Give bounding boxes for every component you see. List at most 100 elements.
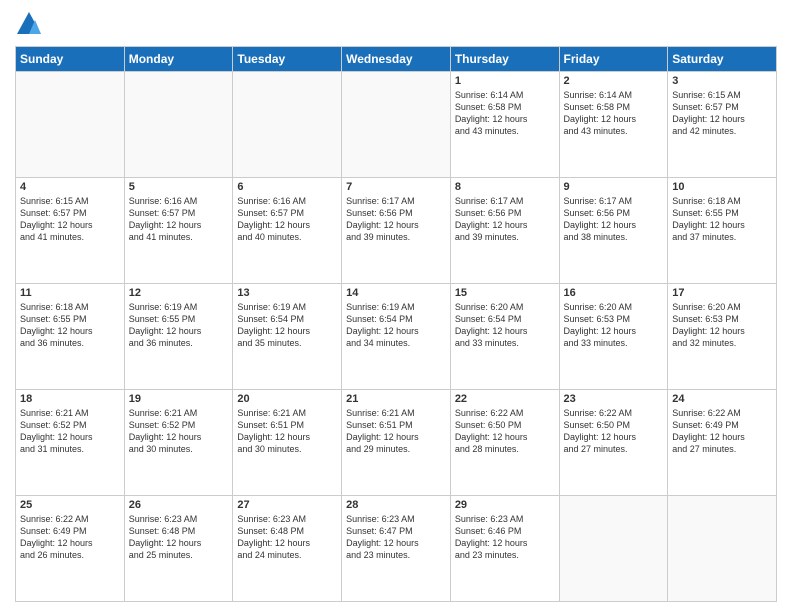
calendar-week-row: 18 Sunrise: 6:21 AM Sunset: 6:52 PM Dayli… [16,390,777,496]
day-info: Sunrise: 6:22 AM Sunset: 6:49 PM Dayligh… [672,407,772,456]
day-number: 20 [237,393,337,405]
day-number: 6 [237,181,337,193]
day-number: 17 [672,287,772,299]
day-info: Sunrise: 6:17 AM Sunset: 6:56 PM Dayligh… [564,195,664,244]
day-number: 7 [346,181,446,193]
day-number: 21 [346,393,446,405]
day-number: 18 [20,393,120,405]
day-info: Sunrise: 6:17 AM Sunset: 6:56 PM Dayligh… [455,195,555,244]
day-number: 1 [455,75,555,87]
calendar-cell: 4Sunrise: 6:15 AM Sunset: 6:57 PM Daylig… [16,178,125,284]
day-info: Sunrise: 6:18 AM Sunset: 6:55 PM Dayligh… [20,301,120,350]
day-info: Sunrise: 6:23 AM Sunset: 6:48 PM Dayligh… [237,513,337,562]
day-info: Sunrise: 6:21 AM Sunset: 6:52 PM Dayligh… [20,407,120,456]
calendar-cell: 13 Sunrise: 6:19 AM Sunset: 6:54 PM Dayli… [233,284,342,390]
calendar-cell [342,72,451,178]
calendar-table: SundayMondayTuesdayWednesdayThursdayFrid… [15,46,777,602]
calendar-week-row: 4Sunrise: 6:15 AM Sunset: 6:57 PM Daylig… [16,178,777,284]
day-info: Sunrise: 6:16 AM Sunset: 6:57 PM Dayligh… [129,195,229,244]
day-number: 15 [455,287,555,299]
day-info: Sunrise: 6:19 AM Sunset: 6:54 PM Dayligh… [237,301,337,350]
day-number: 2 [564,75,664,87]
calendar-week-row: 11 Sunrise: 6:18 AM Sunset: 6:55 PM Dayli… [16,284,777,390]
day-info: Sunrise: 6:21 AM Sunset: 6:52 PM Dayligh… [129,407,229,456]
day-number: 14 [346,287,446,299]
calendar-cell: 21 Sunrise: 6:21 AM Sunset: 6:51 PM Dayli… [342,390,451,496]
calendar-cell [16,72,125,178]
day-of-week-header: Tuesday [233,47,342,72]
day-info: Sunrise: 6:14 AM Sunset: 6:58 PM Dayligh… [564,89,664,138]
day-of-week-header: Thursday [450,47,559,72]
day-info: Sunrise: 6:23 AM Sunset: 6:48 PM Dayligh… [129,513,229,562]
calendar-body: 1 Sunrise: 6:14 AM Sunset: 6:58 PM Daylig… [16,72,777,602]
calendar-cell: 20 Sunrise: 6:21 AM Sunset: 6:51 PM Dayli… [233,390,342,496]
calendar-cell [124,72,233,178]
day-number: 4 [20,181,120,193]
logo [15,10,47,38]
day-number: 23 [564,393,664,405]
calendar-cell: 14Sunrise: 6:19 AM Sunset: 6:54 PM Dayli… [342,284,451,390]
day-number: 26 [129,499,229,511]
calendar-cell: 3 Sunrise: 6:15 AM Sunset: 6:57 PM Daylig… [668,72,777,178]
calendar-cell: 15 Sunrise: 6:20 AM Sunset: 6:54 PM Dayli… [450,284,559,390]
day-of-week-header: Saturday [668,47,777,72]
calendar-cell: 26 Sunrise: 6:23 AM Sunset: 6:48 PM Dayli… [124,496,233,602]
day-info: Sunrise: 6:16 AM Sunset: 6:57 PM Dayligh… [237,195,337,244]
day-number: 25 [20,499,120,511]
calendar-cell: 16 Sunrise: 6:20 AM Sunset: 6:53 PM Dayli… [559,284,668,390]
calendar-cell: 19Sunrise: 6:21 AM Sunset: 6:52 PM Dayli… [124,390,233,496]
calendar-cell: 7 Sunrise: 6:17 AM Sunset: 6:56 PM Daylig… [342,178,451,284]
day-number: 13 [237,287,337,299]
calendar-cell: 27 Sunrise: 6:23 AM Sunset: 6:48 PM Dayli… [233,496,342,602]
calendar-cell [668,496,777,602]
day-number: 3 [672,75,772,87]
day-number: 16 [564,287,664,299]
day-info: Sunrise: 6:15 AM Sunset: 6:57 PM Dayligh… [672,89,772,138]
calendar-cell: 6 Sunrise: 6:16 AM Sunset: 6:57 PM Daylig… [233,178,342,284]
calendar-cell [559,496,668,602]
day-number: 12 [129,287,229,299]
day-info: Sunrise: 6:22 AM Sunset: 6:49 PM Dayligh… [20,513,120,562]
day-of-week-header: Monday [124,47,233,72]
day-info: Sunrise: 6:22 AM Sunset: 6:50 PM Dayligh… [455,407,555,456]
calendar-cell [233,72,342,178]
calendar-cell: 18 Sunrise: 6:21 AM Sunset: 6:52 PM Dayli… [16,390,125,496]
header [15,10,777,38]
day-info: Sunrise: 6:17 AM Sunset: 6:56 PM Dayligh… [346,195,446,244]
logo-icon [15,10,43,38]
calendar-week-row: 1 Sunrise: 6:14 AM Sunset: 6:58 PM Daylig… [16,72,777,178]
day-number: 10 [672,181,772,193]
calendar-cell: 11 Sunrise: 6:18 AM Sunset: 6:55 PM Dayli… [16,284,125,390]
day-info: Sunrise: 6:14 AM Sunset: 6:58 PM Dayligh… [455,89,555,138]
calendar-header-row: SundayMondayTuesdayWednesdayThursdayFrid… [16,47,777,72]
day-number: 8 [455,181,555,193]
calendar-cell: 28 Sunrise: 6:23 AM Sunset: 6:47 PM Dayli… [342,496,451,602]
day-of-week-header: Sunday [16,47,125,72]
calendar-cell: 29Sunrise: 6:23 AM Sunset: 6:46 PM Dayli… [450,496,559,602]
day-of-week-header: Wednesday [342,47,451,72]
calendar-cell: 12 Sunrise: 6:19 AM Sunset: 6:55 PM Dayli… [124,284,233,390]
day-info: Sunrise: 6:20 AM Sunset: 6:54 PM Dayligh… [455,301,555,350]
calendar-cell: 24 Sunrise: 6:22 AM Sunset: 6:49 PM Dayli… [668,390,777,496]
day-number: 22 [455,393,555,405]
calendar-cell: 22 Sunrise: 6:22 AM Sunset: 6:50 PM Dayli… [450,390,559,496]
calendar-week-row: 25 Sunrise: 6:22 AM Sunset: 6:49 PM Dayli… [16,496,777,602]
calendar-cell: 23 Sunrise: 6:22 AM Sunset: 6:50 PM Dayli… [559,390,668,496]
day-number: 24 [672,393,772,405]
day-info: Sunrise: 6:23 AM Sunset: 6:46 PM Dayligh… [455,513,555,562]
day-info: Sunrise: 6:18 AM Sunset: 6:55 PM Dayligh… [672,195,772,244]
calendar-cell: 2 Sunrise: 6:14 AM Sunset: 6:58 PM Daylig… [559,72,668,178]
day-number: 11 [20,287,120,299]
calendar-cell: 5Sunrise: 6:16 AM Sunset: 6:57 PM Daylig… [124,178,233,284]
day-number: 28 [346,499,446,511]
calendar-cell: 9Sunrise: 6:17 AM Sunset: 6:56 PM Daylig… [559,178,668,284]
day-info: Sunrise: 6:22 AM Sunset: 6:50 PM Dayligh… [564,407,664,456]
day-info: Sunrise: 6:20 AM Sunset: 6:53 PM Dayligh… [564,301,664,350]
calendar-cell: 17Sunrise: 6:20 AM Sunset: 6:53 PM Dayli… [668,284,777,390]
day-info: Sunrise: 6:21 AM Sunset: 6:51 PM Dayligh… [237,407,337,456]
day-number: 27 [237,499,337,511]
calendar-cell: 10 Sunrise: 6:18 AM Sunset: 6:55 PM Dayli… [668,178,777,284]
day-info: Sunrise: 6:23 AM Sunset: 6:47 PM Dayligh… [346,513,446,562]
day-info: Sunrise: 6:19 AM Sunset: 6:55 PM Dayligh… [129,301,229,350]
day-info: Sunrise: 6:21 AM Sunset: 6:51 PM Dayligh… [346,407,446,456]
